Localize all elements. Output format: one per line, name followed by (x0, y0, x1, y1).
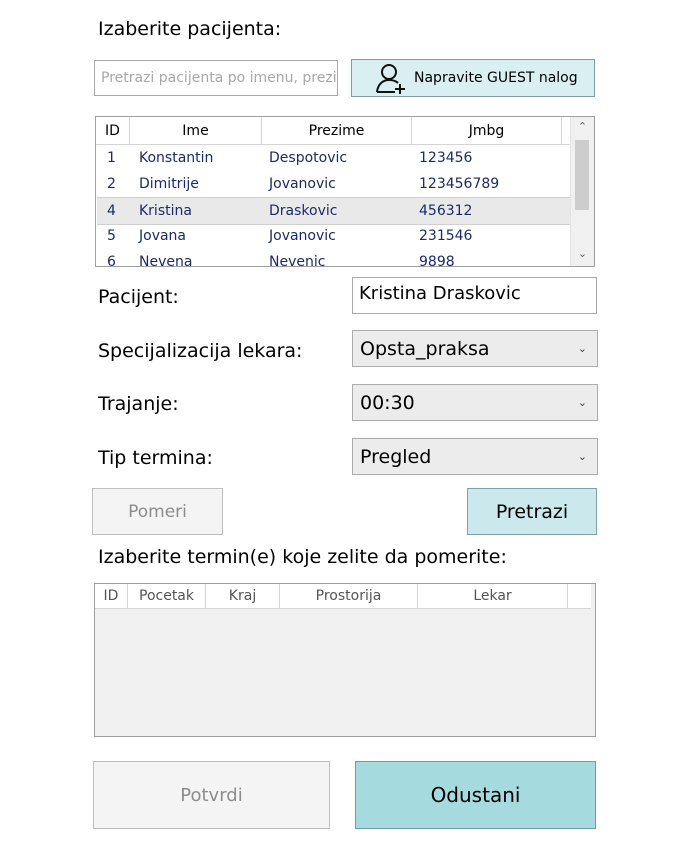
specialization-value: Opsta_praksa (360, 337, 490, 360)
cell-ime: Dimitrije (139, 176, 199, 192)
scrollbar-thumb[interactable] (575, 140, 589, 210)
cell-jmbg: 123456789 (419, 176, 500, 192)
table-row[interactable]: 1 Konstantin Despotovic 123456 (97, 145, 570, 171)
patients-table[interactable]: ID Ime Prezime Jmbg 1 Konstantin Despoto… (95, 116, 595, 267)
cell-jmbg: 231546 (419, 228, 473, 244)
move-button-label: Pomeri (128, 501, 187, 522)
add-user-icon (376, 64, 405, 94)
cell-ime: Konstantin (139, 150, 214, 166)
guest-button-label: Napravite GUEST nalog (414, 70, 578, 86)
patient-field[interactable]: Kristina Draskovic (352, 277, 597, 314)
cell-prezime: Draskovic (269, 203, 338, 219)
column-header-kraj[interactable]: Kraj (206, 584, 280, 608)
appointment-type-value: Pregled (360, 445, 432, 468)
table-row-selected[interactable]: 4 Kristina Draskovic 456312 (97, 197, 570, 225)
cancel-button-label: Odustani (430, 783, 521, 807)
duration-select[interactable]: 00:30 ⌄ (352, 384, 598, 421)
chevron-down-icon: ⌄ (577, 395, 587, 409)
column-header-id[interactable]: ID (95, 584, 128, 608)
specialization-select[interactable]: Opsta_praksa ⌄ (352, 330, 598, 367)
column-header-prostorija[interactable]: Prostorija (280, 584, 418, 608)
chevron-down-icon: ⌄ (577, 341, 587, 355)
cancel-button[interactable]: Odustani (355, 761, 596, 829)
move-button[interactable]: Pomeri (92, 488, 223, 535)
chevron-down-icon: ⌄ (577, 449, 587, 463)
appointment-type-label: Tip termina: (98, 447, 213, 469)
chevron-up-icon[interactable]: ⌃ (571, 117, 594, 137)
create-guest-account-button[interactable]: Napravite GUEST nalog (351, 59, 595, 97)
search-button[interactable]: Pretrazi (467, 488, 597, 535)
terms-table[interactable]: ID Pocetak Kraj Prostorija Lekar (94, 583, 596, 737)
column-header-jmbg[interactable]: Jmbg (412, 117, 562, 144)
column-header-id[interactable]: ID (96, 117, 130, 144)
cell-prezime: Jovanovic (269, 228, 336, 244)
table-row[interactable]: 6 Nevena Nevenic 9898 (97, 249, 570, 267)
cell-ime: Jovana (139, 228, 187, 244)
duration-label: Trajanje: (98, 393, 179, 415)
specialization-label: Specijalizacija lekara: (98, 340, 303, 362)
column-header-prezime[interactable]: Prezime (262, 117, 412, 144)
cell-jmbg: 456312 (419, 203, 473, 219)
confirm-button-label: Potvrdi (180, 784, 243, 806)
cell-jmbg: 123456 (419, 150, 473, 166)
column-header-pocetak[interactable]: Pocetak (128, 584, 206, 608)
cell-prezime: Despotovic (269, 150, 348, 166)
cell-jmbg: 9898 (419, 254, 455, 267)
search-button-label: Pretrazi (495, 500, 569, 523)
patient-label: Pacijent: (98, 286, 179, 308)
cell-id: 6 (107, 254, 116, 267)
select-terms-label: Izaberite termin(e) koje zelite da pomer… (98, 546, 507, 568)
cell-id: 2 (107, 176, 116, 192)
appointment-type-select[interactable]: Pregled ⌄ (352, 438, 598, 475)
cell-id: 1 (107, 150, 116, 166)
terms-table-header: ID Pocetak Kraj Prostorija Lekar (95, 584, 591, 609)
column-header-lekar[interactable]: Lekar (418, 584, 568, 608)
chevron-down-icon[interactable]: ⌄ (571, 244, 594, 264)
cell-prezime: Jovanovic (269, 176, 336, 192)
cell-ime: Kristina (139, 203, 192, 219)
confirm-button[interactable]: Potvrdi (93, 761, 330, 829)
cell-ime: Nevena (139, 254, 193, 267)
cell-id: 4 (107, 203, 116, 219)
patients-table-scrollbar[interactable]: ⌃ ⌄ (570, 117, 594, 266)
column-header-ime[interactable]: Ime (130, 117, 262, 144)
duration-value: 00:30 (360, 391, 415, 414)
patients-table-header: ID Ime Prezime Jmbg (96, 117, 571, 145)
cell-id: 5 (107, 228, 116, 244)
patient-search-input[interactable]: Pretrazi pacijenta po imenu, prezime (94, 60, 338, 96)
table-row[interactable]: 5 Jovana Jovanovic 231546 (97, 223, 570, 249)
table-row[interactable]: 2 Dimitrije Jovanovic 123456789 (97, 171, 570, 197)
cell-prezime: Nevenic (269, 254, 326, 267)
select-patient-label: Izaberite pacijenta: (98, 18, 282, 40)
